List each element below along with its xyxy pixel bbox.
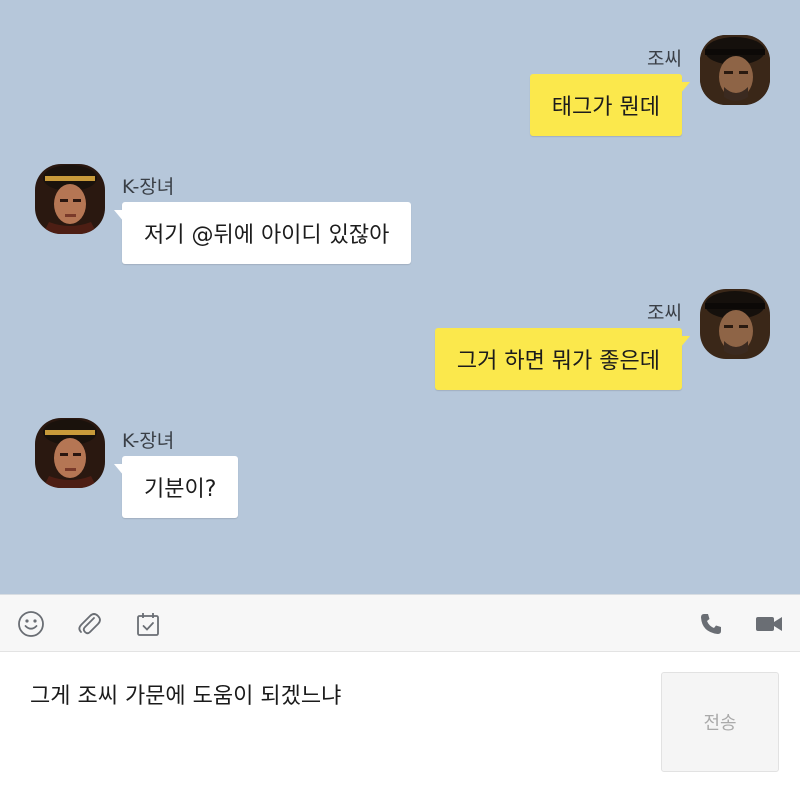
- chat-area[interactable]: 조씨 태그가 뭔데 K-장녀 저기 @뒤에 아이디 있잖아 조씨 그거 하면 뭐…: [0, 0, 800, 594]
- chat-toolbar: [0, 594, 800, 652]
- avatar-woman-image: [35, 418, 105, 488]
- sender-name: K-장녀: [122, 176, 175, 198]
- sender-name: 조씨: [647, 48, 682, 70]
- phone-icon[interactable]: [696, 609, 726, 639]
- message-bubble-mine[interactable]: 그거 하면 뭐가 좋은데: [434, 328, 691, 390]
- emoji-icon[interactable]: [16, 609, 46, 639]
- avatar-woman-image: [35, 164, 105, 234]
- video-call-icon[interactable]: [754, 609, 784, 639]
- avatar[interactable]: [35, 164, 105, 234]
- message-bubble-theirs[interactable]: 저기 @뒤에 아이디 있잖아: [113, 202, 412, 264]
- avatar[interactable]: [700, 35, 770, 105]
- message-composer[interactable]: 그게 조씨 가문에 도움이 되겠느냐 전송: [0, 652, 800, 800]
- sender-name: K-장녀: [122, 430, 175, 452]
- calendar-icon[interactable]: [133, 609, 163, 639]
- avatar[interactable]: [700, 289, 770, 359]
- message-bubble-mine[interactable]: 태그가 뭔데: [529, 74, 691, 136]
- avatar[interactable]: [35, 418, 105, 488]
- send-button[interactable]: 전송: [661, 672, 779, 772]
- attachment-icon[interactable]: [74, 609, 104, 639]
- avatar-man-image: [700, 35, 770, 105]
- avatar-man-image: [700, 289, 770, 359]
- sender-name: 조씨: [647, 302, 682, 324]
- message-bubble-theirs[interactable]: 기분이?: [113, 456, 239, 518]
- message-input[interactable]: 그게 조씨 가문에 도움이 되겠느냐: [30, 678, 341, 710]
